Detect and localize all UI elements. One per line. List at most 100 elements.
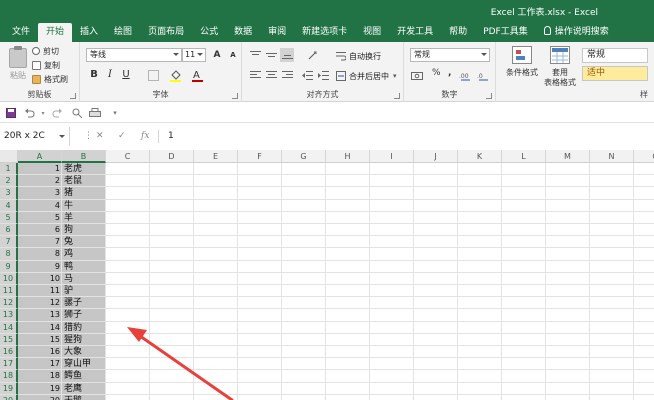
column-header-e[interactable]: E [194,150,238,163]
cell-a4[interactable]: 4 [18,200,62,212]
tab-page-layout[interactable]: 页面布局 [140,23,192,42]
tab-developer[interactable]: 开发工具 [389,23,441,42]
cell-b10[interactable]: 马 [62,273,106,285]
row-header-8[interactable]: 8 [0,248,18,261]
cell-b14[interactable]: 猎豹 [62,322,106,334]
increase-decimal-button[interactable]: .00 [458,68,472,82]
cell-a10[interactable]: 10 [18,273,62,285]
dialog-launcher-icon[interactable] [394,93,400,99]
merge-center-button[interactable]: 合并后居中 ▾ [336,70,397,82]
column-header-m[interactable]: M [546,150,590,163]
cell-a13[interactable]: 13 [18,309,62,321]
redo-button[interactable] [50,106,64,120]
cell-a2[interactable]: 2 [18,175,62,187]
cell-b1[interactable]: 老虎 [62,163,106,175]
cell-b20[interactable]: 天鹅 [62,395,106,400]
align-bottom-button[interactable] [280,48,294,62]
row-header-18[interactable]: 18 [0,370,18,383]
cell-a12[interactable]: 12 [18,297,62,309]
column-header-o[interactable]: O [634,150,654,163]
cell-a19[interactable]: 19 [18,383,62,395]
tab-file[interactable]: 文件 [4,23,38,42]
print-button[interactable] [88,106,102,120]
align-left-button[interactable] [248,68,262,82]
cell-b5[interactable]: 羊 [62,212,106,224]
cell-b6[interactable]: 狗 [62,224,106,236]
cell-a1[interactable]: 1 [18,163,62,175]
tab-new-tab[interactable]: 新建选项卡 [294,23,355,42]
row-header-4[interactable]: 4 [0,199,18,212]
fill-color-button[interactable] [168,68,182,82]
cell-b8[interactable]: 鸡 [62,248,106,260]
row-header-15[interactable]: 15 [0,333,18,346]
paste-button[interactable]: 粘贴 [6,46,30,82]
column-header-f[interactable]: F [238,150,282,163]
align-right-button[interactable] [280,68,294,82]
borders-button[interactable] [146,68,160,82]
cut-button[interactable]: 剪切 [32,45,59,57]
cell-a3[interactable]: 3 [18,187,62,199]
row-header-13[interactable]: 13 [0,309,18,322]
confirm-entry-button[interactable]: ✓ [118,127,126,146]
tell-me-search[interactable]: 操作说明搜索 [536,23,617,42]
cell-b7[interactable]: 兔 [62,236,106,248]
cell-a11[interactable]: 11 [18,285,62,297]
cell-b15[interactable]: 猩狗 [62,334,106,346]
dialog-launcher-icon[interactable] [232,93,238,99]
bold-button[interactable]: B [88,68,100,82]
tab-formulas[interactable]: 公式 [192,23,226,42]
cell-a15[interactable]: 15 [18,334,62,346]
cell-a9[interactable]: 9 [18,261,62,273]
column-header-h[interactable]: H [326,150,370,163]
tab-data[interactable]: 数据 [226,23,260,42]
cell-b19[interactable]: 老鹰 [62,383,106,395]
cell-a7[interactable]: 7 [18,236,62,248]
align-middle-button[interactable] [264,48,278,62]
column-header-k[interactable]: K [458,150,502,163]
conditional-formatting-button[interactable]: 条件格式 [502,46,542,90]
cell-a6[interactable]: 6 [18,224,62,236]
tab-review[interactable]: 审阅 [260,23,294,42]
row-header-17[interactable]: 17 [0,358,18,371]
font-family-select[interactable]: 等线 [86,48,182,62]
insert-function-button[interactable]: fx [141,127,149,146]
cell-a18[interactable]: 18 [18,370,62,382]
cell-b13[interactable]: 狮子 [62,309,106,321]
column-header-c[interactable]: C [106,150,150,163]
column-header-i[interactable]: I [370,150,414,163]
decrease-font-button[interactable]: A [226,48,240,62]
name-box[interactable]: 20R x 2C [0,127,70,146]
italic-button[interactable]: I [104,68,116,82]
font-size-select[interactable]: 11 [182,48,206,62]
format-as-table-button[interactable]: 套用 表格格式 [540,46,580,90]
worksheet-grid[interactable]: ABCDEFGHIJKLMNO11老虎22老鼠33猪44牛55羊66狗77兔88… [0,150,654,400]
cell-b3[interactable]: 猪 [62,187,106,199]
style-normal[interactable]: 常规 [582,48,648,63]
tab-draw[interactable]: 绘图 [106,23,140,42]
row-header-14[interactable]: 14 [0,321,18,334]
tab-help[interactable]: 帮助 [441,23,475,42]
row-header-3[interactable]: 3 [0,187,18,200]
row-header-16[interactable]: 16 [0,346,18,359]
cell-a16[interactable]: 16 [18,346,62,358]
align-center-button[interactable] [264,68,278,82]
tab-home[interactable]: 开始 [38,23,73,42]
row-header-9[interactable]: 9 [0,260,18,273]
select-all-button[interactable] [0,150,18,163]
tab-insert[interactable]: 插入 [72,23,106,42]
style-neutral[interactable]: 适中 [582,66,648,81]
column-header-n[interactable]: N [590,150,634,163]
cell-a14[interactable]: 14 [18,322,62,334]
row-header-6[interactable]: 6 [0,224,18,237]
cell-b11[interactable]: 驴 [62,285,106,297]
decrease-indent-button[interactable] [300,68,314,82]
preview-button[interactable] [70,106,84,120]
undo-dropdown[interactable]: ▾ [36,106,50,120]
row-header-11[interactable]: 11 [0,285,18,298]
accounting-format-button[interactable] [410,68,424,82]
column-header-l[interactable]: L [502,150,546,163]
row-header-20[interactable]: 20 [0,394,18,400]
increase-font-button[interactable]: A [210,48,224,62]
cell-a17[interactable]: 17 [18,358,62,370]
cell-b9[interactable]: 鸭 [62,261,106,273]
